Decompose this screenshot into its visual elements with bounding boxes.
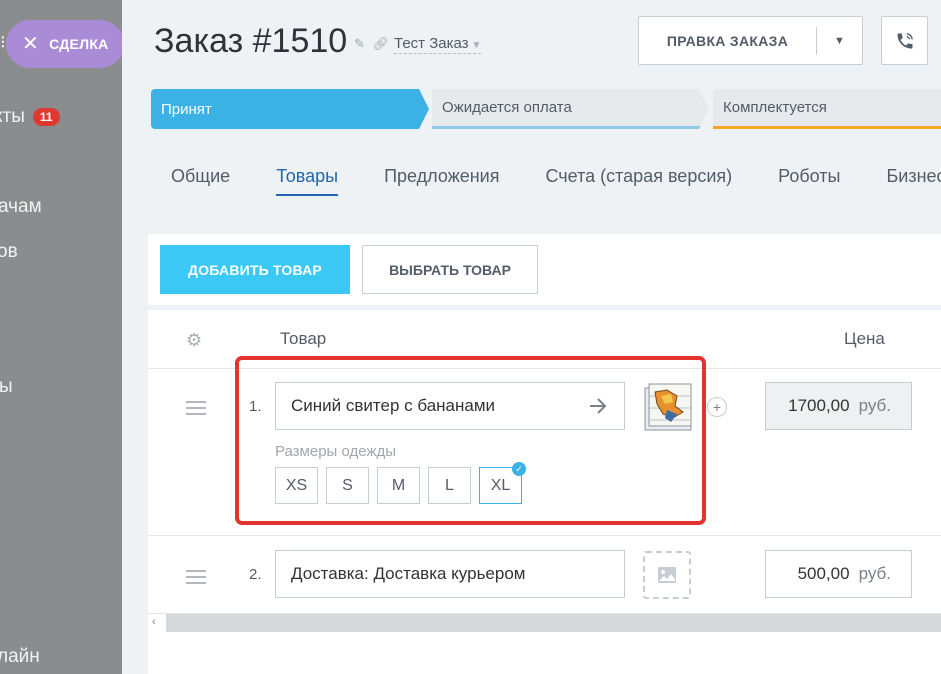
currency-label: руб. (858, 564, 891, 583)
chevron-down-icon: ▼ (471, 40, 482, 51)
page-title: Заказ #1510 (154, 22, 348, 60)
products-card: ДОБАВИТЬ ТОВАР ВЫБРАТЬ ТОВАР ⚙ Товар Цен… (148, 234, 941, 674)
edit-order-dropdown[interactable]: ▼ (817, 35, 862, 47)
product-name-field[interactable]: Доставка: Доставка курьером (275, 550, 625, 598)
order-page: Заказ #1510 ✎ 🔗︎ Тест Заказ ▼ ПРАВКА ЗАКА… (122, 0, 941, 674)
row-number: 2. (249, 566, 262, 583)
sidebar-item-orders[interactable]: ов (0, 241, 18, 263)
add-variation-button[interactable]: + (707, 397, 727, 417)
stage-awaiting-payment[interactable]: Ожидается оплата (432, 89, 709, 129)
scrollbar-track[interactable] (166, 614, 941, 632)
tab-products[interactable]: Товары (276, 166, 339, 196)
stage-bar: Принят Ожидается оплата Комплектуется (151, 89, 941, 129)
size-option-l[interactable]: L (428, 467, 471, 504)
products-toolbar: ДОБАВИТЬ ТОВАР ВЫБРАТЬ ТОВАР (148, 234, 941, 306)
menu-dots-icon: ⁝ (0, 32, 6, 52)
scroll-left-icon[interactable]: ‹ (152, 616, 156, 628)
table-row: 2. Доставка: Доставка курьером 500,00 ру… (148, 536, 941, 614)
add-product-button[interactable]: ДОБАВИТЬ ТОВАР (160, 245, 350, 294)
stage-packing[interactable]: Комплектуется (713, 89, 941, 129)
tab-offers[interactable]: Предложения (384, 166, 499, 196)
product-name-value: Синий свитер с бананами (291, 396, 496, 415)
order-subtitle-label: Тест Заказ (394, 35, 469, 52)
product-name-field[interactable]: Синий свитер с бананами (275, 382, 625, 430)
sidebar-item-online[interactable]: лайн (0, 646, 40, 668)
sidebar-item-contacts[interactable]: кты 11 (0, 106, 60, 128)
sidebar-item-tasks[interactable]: ачам (0, 196, 42, 218)
horizontal-scrollbar[interactable]: ‹ (148, 614, 941, 632)
call-button[interactable] (881, 16, 928, 65)
row-number: 1. (249, 398, 262, 415)
sidebar-overlay: ⁝ ✕ СДЕЛКА кты 11 ачам ов ы лайн (0, 0, 122, 674)
plus-icon: + (712, 399, 722, 415)
size-option-xl[interactable]: XL ✓ (479, 462, 526, 504)
product-image[interactable] (643, 382, 695, 434)
price-field[interactable]: 500,00 руб. (765, 550, 912, 598)
tab-general[interactable]: Общие (171, 166, 230, 196)
arrow-right-icon[interactable] (588, 395, 608, 417)
size-selector: XS S M L XL ✓ (275, 462, 526, 504)
pencil-icon[interactable]: ✎ (354, 36, 365, 51)
column-header-product: Товар (280, 329, 327, 348)
close-deal-label: СДЕЛКА (49, 36, 109, 52)
stage-accepted[interactable]: Принят (151, 89, 429, 129)
size-option-xs[interactable]: XS (275, 467, 318, 504)
table-header: ⚙ Товар Цена (148, 310, 941, 369)
order-subtitle[interactable]: Тест Заказ ▼ (394, 35, 482, 54)
phone-icon (897, 32, 913, 48)
close-deal-button[interactable]: ✕ СДЕЛКА (6, 20, 122, 68)
link-icon[interactable]: 🔗︎ (373, 36, 390, 51)
edit-order-button-group: ПРАВКА ЗАКАЗА ▼ (638, 16, 863, 65)
size-option-label: XL (490, 476, 511, 494)
sweater-image-icon (644, 383, 692, 431)
tab-invoices-old[interactable]: Счета (старая версия) (545, 166, 732, 196)
choose-product-button[interactable]: ВЫБРАТЬ ТОВАР (362, 245, 538, 294)
edit-order-button[interactable]: ПРАВКА ЗАКАЗА (639, 33, 816, 49)
close-icon: ✕ (22, 33, 40, 55)
gear-icon[interactable]: ⚙ (186, 330, 202, 351)
sidebar-item-label: кты (0, 106, 25, 127)
table-row: 1. Синий свитер с бананами + 1700,00 руб… (148, 369, 941, 536)
tab-robots[interactable]: Роботы (778, 166, 840, 196)
chevron-down-icon: ▼ (834, 34, 845, 47)
price-value: 1700,00 (788, 396, 850, 415)
column-header-price: Цена (844, 329, 885, 348)
image-icon (658, 567, 676, 583)
tab-bar: Общие Товары Предложения Счета (старая в… (171, 166, 941, 196)
drag-handle-icon[interactable] (186, 570, 206, 588)
title-actions: ✎ 🔗︎ (354, 36, 389, 52)
image-placeholder[interactable] (643, 551, 691, 599)
currency-label: руб. (858, 396, 891, 415)
property-label: Размеры одежды (275, 443, 397, 460)
drag-handle-icon[interactable] (186, 401, 206, 419)
price-value: 500,00 (797, 564, 850, 583)
price-field: 1700,00 руб. (765, 382, 912, 430)
sidebar-item-reports[interactable]: ы (0, 376, 13, 398)
product-name-value: Доставка: Доставка курьером (291, 564, 526, 583)
size-option-m[interactable]: M (377, 467, 420, 504)
counter-badge: 11 (32, 108, 60, 126)
checkmark-icon: ✓ (512, 462, 526, 476)
tab-business[interactable]: Бизнес (886, 166, 941, 196)
size-option-s[interactable]: S (326, 467, 369, 504)
